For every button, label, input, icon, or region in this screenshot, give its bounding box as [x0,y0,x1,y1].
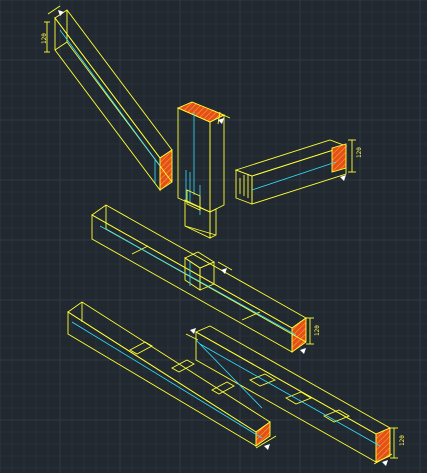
marker-arrow [382,460,388,466]
dimension-label-right: 120 [356,147,363,158]
right-beam [234,139,356,205]
marker-arrow [264,444,270,450]
cad-viewport[interactable]: 120 120 120 120 [0,0,427,473]
marker-arrow [190,328,196,334]
dimension-label-top-left: 120 [41,33,48,44]
dimension-label-lower: 120 [399,435,406,446]
marker-arrow [300,348,306,354]
dimension-label-middle: 120 [314,325,321,336]
